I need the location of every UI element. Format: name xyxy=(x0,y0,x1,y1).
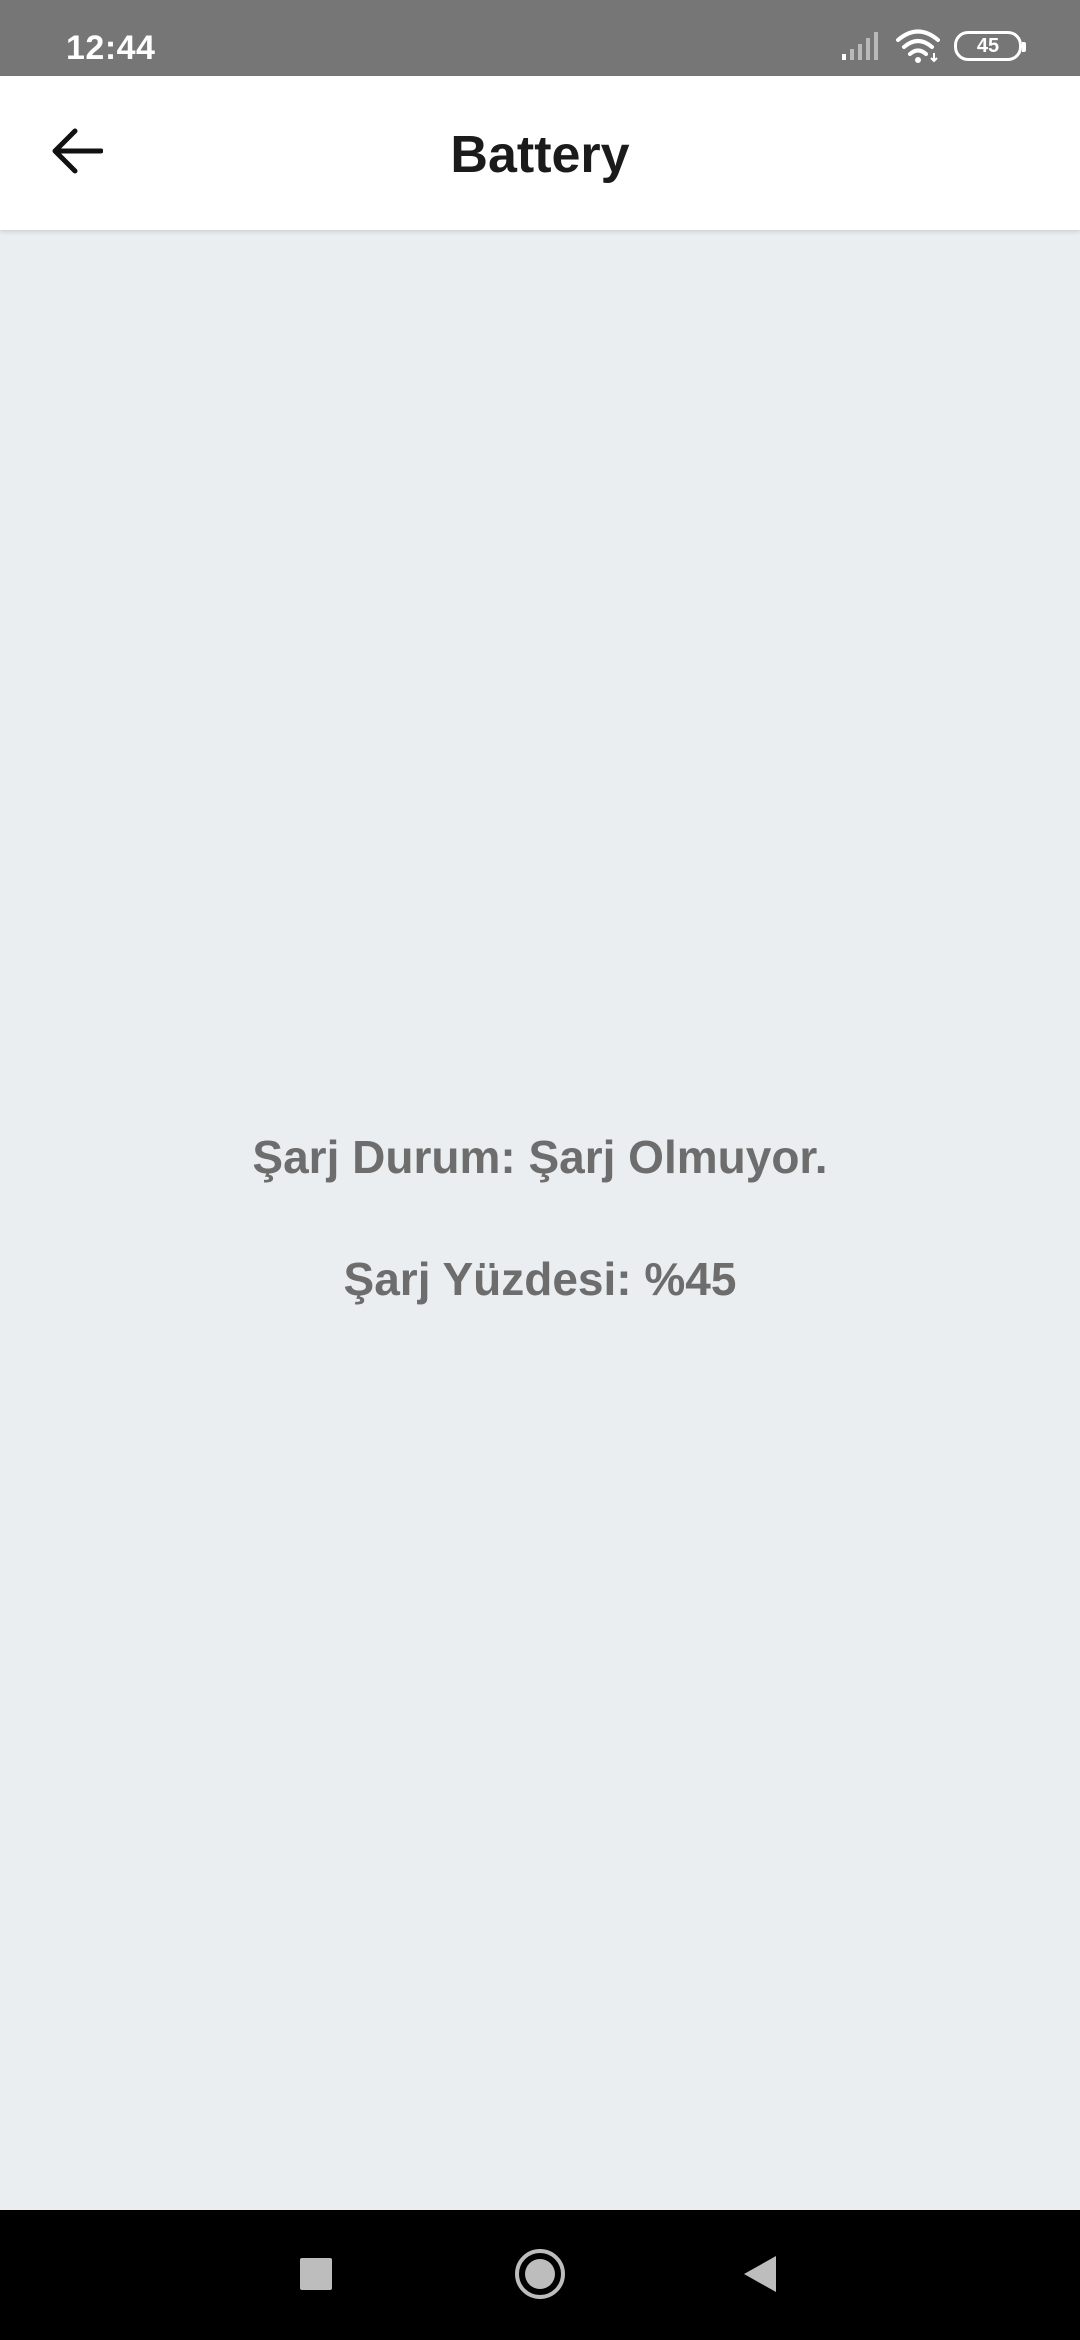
home-circle-icon xyxy=(514,2248,566,2305)
back-triangle-icon xyxy=(742,2254,778,2299)
status-bar: 12:44 45 xyxy=(0,0,1080,76)
system-nav-bar xyxy=(0,2210,1080,2340)
app-bar: Battery xyxy=(0,76,1080,230)
battery-icon: 45 xyxy=(954,31,1026,61)
status-icons: 45 xyxy=(842,26,1026,66)
signal-icon xyxy=(842,32,882,60)
wifi-icon xyxy=(896,29,940,63)
page-title: Battery xyxy=(450,126,630,184)
recents-button[interactable] xyxy=(280,2240,352,2312)
home-button[interactable] xyxy=(504,2240,576,2312)
charge-status-text: Şarj Durum: Şarj Olmuyor. xyxy=(252,1131,828,1183)
recents-square-icon xyxy=(299,2257,333,2296)
battery-info-panel: Şarj Durum: Şarj Olmuyor. Şarj Yüzdesi: … xyxy=(0,230,1080,2210)
status-time: 12:44 xyxy=(66,29,156,67)
nav-back-button[interactable] xyxy=(724,2240,796,2312)
charge-percent-text: Şarj Yüzdesi: %45 xyxy=(343,1253,737,1305)
